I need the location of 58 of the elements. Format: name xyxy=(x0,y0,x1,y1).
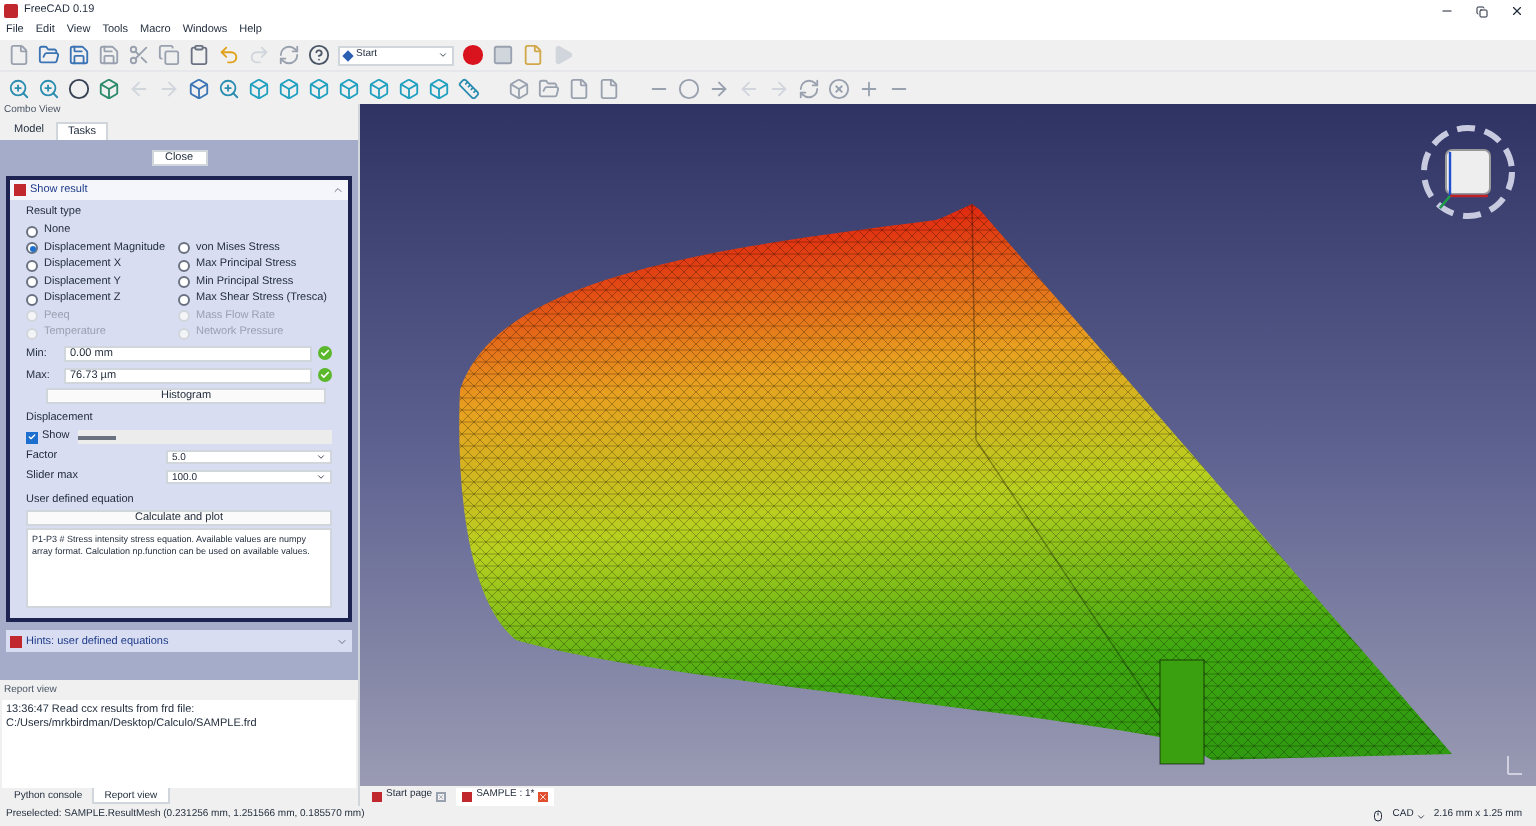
fem-logo-icon xyxy=(14,184,26,196)
collapse-icon[interactable] xyxy=(332,184,344,196)
radio-button[interactable] xyxy=(26,276,38,288)
minimize-icon[interactable] xyxy=(1440,4,1454,18)
radio-button[interactable] xyxy=(178,293,190,305)
cut-icon[interactable] xyxy=(128,44,150,66)
fit-all-icon[interactable] xyxy=(8,77,30,99)
expand-icon[interactable] xyxy=(336,635,348,648)
radio-button[interactable] xyxy=(26,225,38,237)
fit-selection-icon[interactable] xyxy=(38,77,60,99)
slider-track[interactable] xyxy=(78,430,332,444)
fem-logo-icon xyxy=(10,635,22,648)
caret-icon xyxy=(1415,811,1426,821)
zoom-icon[interactable] xyxy=(218,77,240,99)
left-view-icon[interactable] xyxy=(428,77,450,99)
stop-macro-icon[interactable] xyxy=(492,44,514,66)
rear-view-icon[interactable] xyxy=(368,77,390,99)
radio-button[interactable] xyxy=(178,259,190,271)
checkbox[interactable] xyxy=(26,431,38,443)
bounding-box-icon[interactable] xyxy=(98,77,120,99)
right-view-icon[interactable] xyxy=(338,77,360,99)
refresh-icon[interactable] xyxy=(278,44,300,66)
radio-button[interactable] xyxy=(178,242,190,254)
front-view-icon[interactable] xyxy=(278,77,300,99)
save-icon[interactable] xyxy=(68,44,90,66)
new-file-icon[interactable] xyxy=(8,44,30,66)
sync-view-icon[interactable] xyxy=(188,77,210,99)
top-view-icon[interactable] xyxy=(308,77,330,99)
app-logo-icon xyxy=(4,4,18,18)
close-icon[interactable] xyxy=(1510,4,1524,18)
save-as-icon[interactable] xyxy=(98,44,120,66)
macro-editor-icon[interactable] xyxy=(522,44,544,66)
isometric-view-icon[interactable] xyxy=(248,77,270,99)
whats-this-icon[interactable] xyxy=(308,44,330,66)
record-macro-icon[interactable] xyxy=(462,44,484,66)
measure-icon[interactable] xyxy=(458,77,480,99)
undo-icon[interactable] xyxy=(218,44,240,66)
axis-cross-icon xyxy=(1504,754,1524,778)
refresh-icon[interactable] xyxy=(798,77,820,99)
plus-icon[interactable] xyxy=(858,77,880,99)
paste-icon[interactable] xyxy=(188,44,210,66)
radio-button[interactable] xyxy=(26,293,38,305)
mouse-icon xyxy=(1372,810,1385,822)
valid-check-icon xyxy=(318,346,332,361)
part-icon[interactable] xyxy=(508,77,530,99)
radio-button[interactable] xyxy=(26,242,38,254)
restore-icon[interactable] xyxy=(1476,5,1488,17)
open-icon[interactable] xyxy=(38,44,60,66)
caret-icon xyxy=(438,50,448,60)
document-icon xyxy=(372,791,382,801)
copy-icon[interactable] xyxy=(158,44,180,66)
right-arrow-icon[interactable] xyxy=(708,77,730,99)
document-icon xyxy=(462,791,473,801)
valid-check-icon xyxy=(318,368,332,383)
radio-button[interactable] xyxy=(26,259,38,271)
3d-viewport[interactable] xyxy=(360,104,1536,786)
bottom-view-icon[interactable] xyxy=(398,77,420,99)
radio-button[interactable] xyxy=(178,276,190,288)
